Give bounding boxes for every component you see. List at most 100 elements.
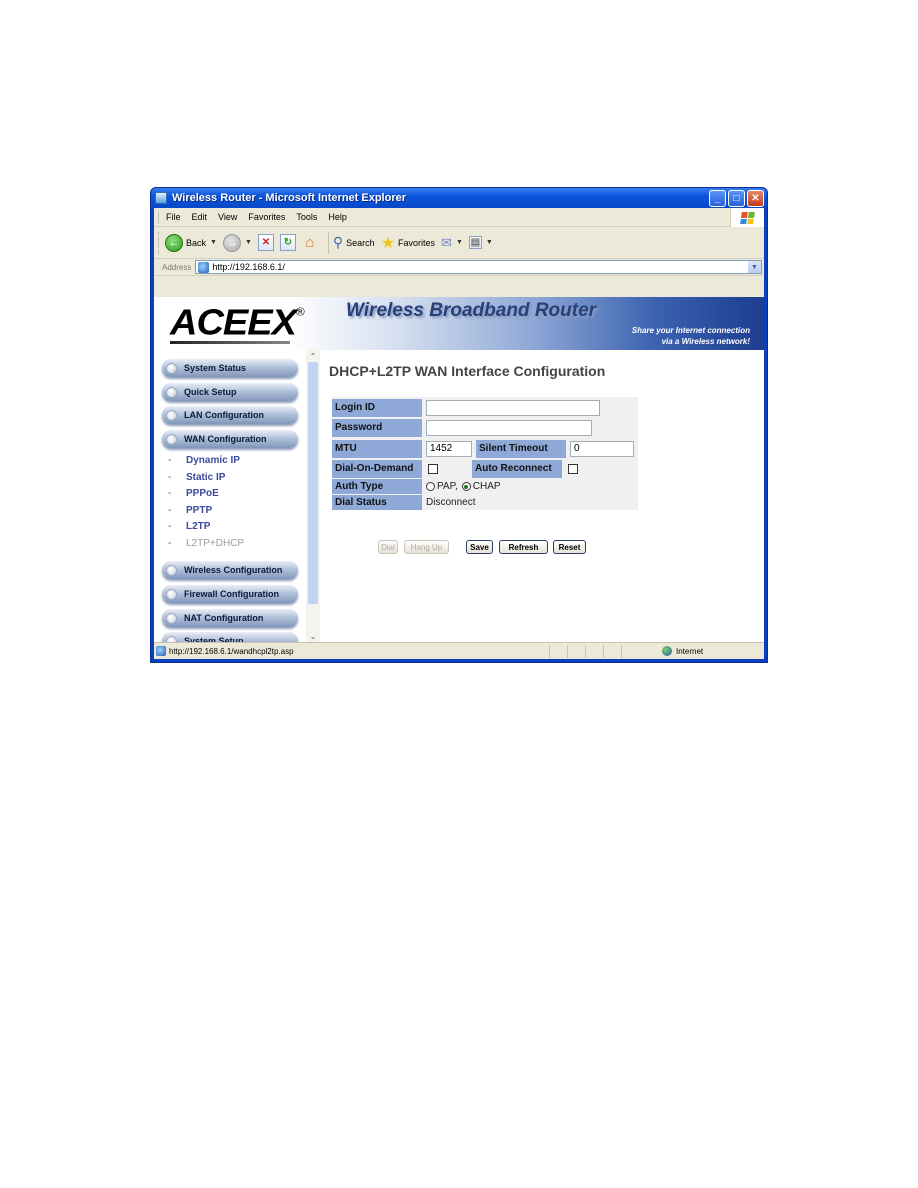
- nav-sub-pptp[interactable]: - PPTP: [168, 505, 212, 516]
- scroll-thumb[interactable]: [308, 362, 318, 604]
- address-input[interactable]: http://192.168.6.1/ ▼: [195, 260, 762, 274]
- sub-label: L2TP: [186, 521, 211, 532]
- dial-status-label: Dial Status: [332, 495, 422, 510]
- menu-file[interactable]: File: [166, 212, 181, 222]
- aceex-logo: ACEEX®: [170, 303, 305, 344]
- silent-timeout-input[interactable]: 0: [570, 440, 634, 457]
- stop-icon: ✕: [257, 234, 274, 251]
- hang-up-button[interactable]: Hang Up: [404, 540, 449, 554]
- dash: -: [168, 521, 172, 532]
- dash: -: [168, 472, 172, 483]
- nav-label: Quick Setup: [184, 387, 237, 397]
- password-row: Password: [332, 418, 592, 437]
- back-dropdown-icon[interactable]: ▼: [210, 239, 217, 246]
- menu-favorites[interactable]: Favorites: [248, 212, 285, 222]
- save-button[interactable]: Save: [466, 540, 493, 554]
- nav-firewall-configuration[interactable]: Firewall Configuration: [162, 585, 298, 603]
- maximize-button[interactable]: □: [728, 189, 745, 207]
- address-dropdown-icon[interactable]: ▼: [748, 261, 761, 273]
- nav-sub-l2tp[interactable]: - L2TP: [168, 521, 210, 532]
- nav-wireless-configuration[interactable]: Wireless Configuration: [162, 561, 298, 579]
- router-banner: ACEEX® Wireless Broadband Router Share y…: [154, 297, 764, 350]
- dash: -: [168, 505, 172, 516]
- refresh-button[interactable]: ↻: [279, 234, 296, 251]
- dial-on-demand-label: Dial-On-Demand: [332, 459, 422, 478]
- nav-sub-pppoe[interactable]: - PPPoE: [168, 488, 219, 499]
- status-segment: [549, 644, 567, 658]
- favorites-label: Favorites: [398, 237, 436, 248]
- auto-reconnect-cell: [562, 463, 578, 474]
- dial-on-demand-checkbox[interactable]: [428, 463, 438, 474]
- toolbar-grip: [158, 231, 161, 254]
- auth-chap-radio[interactable]: [461, 482, 471, 491]
- mail-icon: ✉: [441, 234, 452, 250]
- menu-help[interactable]: Help: [328, 212, 347, 222]
- nav-system-status[interactable]: System Status: [162, 359, 298, 377]
- login-id-input[interactable]: [426, 399, 600, 416]
- search-icon: ⚲: [332, 234, 344, 250]
- internet-globe-icon: [662, 646, 672, 656]
- nav-quick-setup[interactable]: Quick Setup: [162, 383, 298, 401]
- auth-pap-radio[interactable]: [426, 482, 435, 491]
- minimize-button[interactable]: _: [709, 189, 726, 207]
- stop-button[interactable]: ✕: [257, 234, 274, 251]
- mtu-input[interactable]: 1452: [426, 440, 472, 457]
- password-input[interactable]: [426, 419, 592, 436]
- bullet-icon: [166, 433, 177, 445]
- ie-app-icon: [155, 192, 167, 204]
- scroll-up-icon[interactable]: ⌃: [306, 350, 320, 362]
- windows-logo: [730, 208, 764, 227]
- sidebar-scrollbar[interactable]: ⌃ ⌄: [306, 350, 320, 642]
- nav-nat-configuration[interactable]: NAT Configuration: [162, 609, 298, 627]
- forward-button[interactable]: → ▼: [222, 233, 252, 252]
- address-label: Address: [162, 262, 192, 272]
- refresh-button[interactable]: Refresh: [499, 540, 548, 554]
- banner-title: Wireless Broadband Router: [346, 300, 597, 321]
- back-button[interactable]: ← Back ▼: [165, 233, 217, 252]
- dash: -: [168, 538, 172, 549]
- menu-grip: [158, 210, 161, 224]
- auto-reconnect-checkbox[interactable]: [568, 463, 578, 474]
- mail-dropdown-icon[interactable]: ▼: [456, 239, 463, 246]
- banner-tagline: Share your Internet connection via a Wir…: [632, 325, 750, 347]
- mtu-label: MTU: [332, 439, 422, 458]
- menu-edit[interactable]: Edit: [192, 212, 208, 222]
- nav-sub-dynamic-ip[interactable]: - Dynamic IP: [168, 455, 240, 466]
- nav-sub-static-ip[interactable]: - Static IP: [168, 472, 225, 483]
- menu-view[interactable]: View: [218, 212, 237, 222]
- print-button[interactable]: ▤ ▼: [468, 236, 493, 249]
- bullet-icon: [166, 612, 177, 624]
- scroll-down-icon[interactable]: ⌄: [306, 630, 320, 642]
- nav-wan-configuration[interactable]: WAN Configuration: [162, 430, 298, 448]
- menu-bar: File Edit View Favorites Tools Help: [154, 208, 764, 227]
- home-button[interactable]: ⌂: [302, 234, 318, 251]
- mtu-row: MTU 1452 Silent Timeout 0: [332, 439, 634, 458]
- sub-label: PPPoE: [186, 488, 219, 499]
- nav-system-setup[interactable]: System Setup: [162, 632, 298, 642]
- print-dropdown-icon[interactable]: ▼: [486, 239, 493, 246]
- dial-button[interactable]: Dial: [378, 540, 398, 554]
- status-bar: http://192.168.6.1/wandhcpl2tp.asp Inter…: [154, 642, 764, 659]
- nav-label: LAN Configuration: [184, 410, 264, 420]
- sidebar-nav: System Status Quick Setup LAN Configurat…: [154, 350, 302, 642]
- password-label: Password: [332, 418, 422, 437]
- nav-label: System Status: [184, 363, 247, 373]
- mail-button[interactable]: ✉ ▼: [441, 235, 463, 251]
- tagline-line2: via a Wireless network!: [661, 337, 750, 346]
- nav-sub-l2tp-dhcp[interactable]: - L2TP+DHCP: [168, 538, 244, 549]
- status-segment: [585, 644, 603, 658]
- search-button[interactable]: ⚲ Search: [333, 234, 375, 251]
- close-button[interactable]: ✕: [747, 189, 764, 207]
- nav-label: NAT Configuration: [184, 613, 264, 623]
- nav-lan-configuration[interactable]: LAN Configuration: [162, 406, 298, 424]
- title-bar: Wireless Router - Microsoft Internet Exp…: [151, 188, 767, 208]
- back-label: Back: [186, 237, 207, 248]
- forward-arrow-icon: →: [222, 233, 241, 252]
- tagline-line1: Share your Internet connection: [631, 326, 750, 335]
- menu-tools[interactable]: Tools: [296, 212, 317, 222]
- logo-text: ACEEX: [170, 303, 297, 343]
- favorites-button[interactable]: ★ Favorites: [381, 233, 435, 253]
- reset-button[interactable]: Reset: [553, 540, 586, 554]
- silent-timeout-label: Silent Timeout: [476, 439, 566, 458]
- forward-dropdown-icon[interactable]: ▼: [245, 239, 252, 246]
